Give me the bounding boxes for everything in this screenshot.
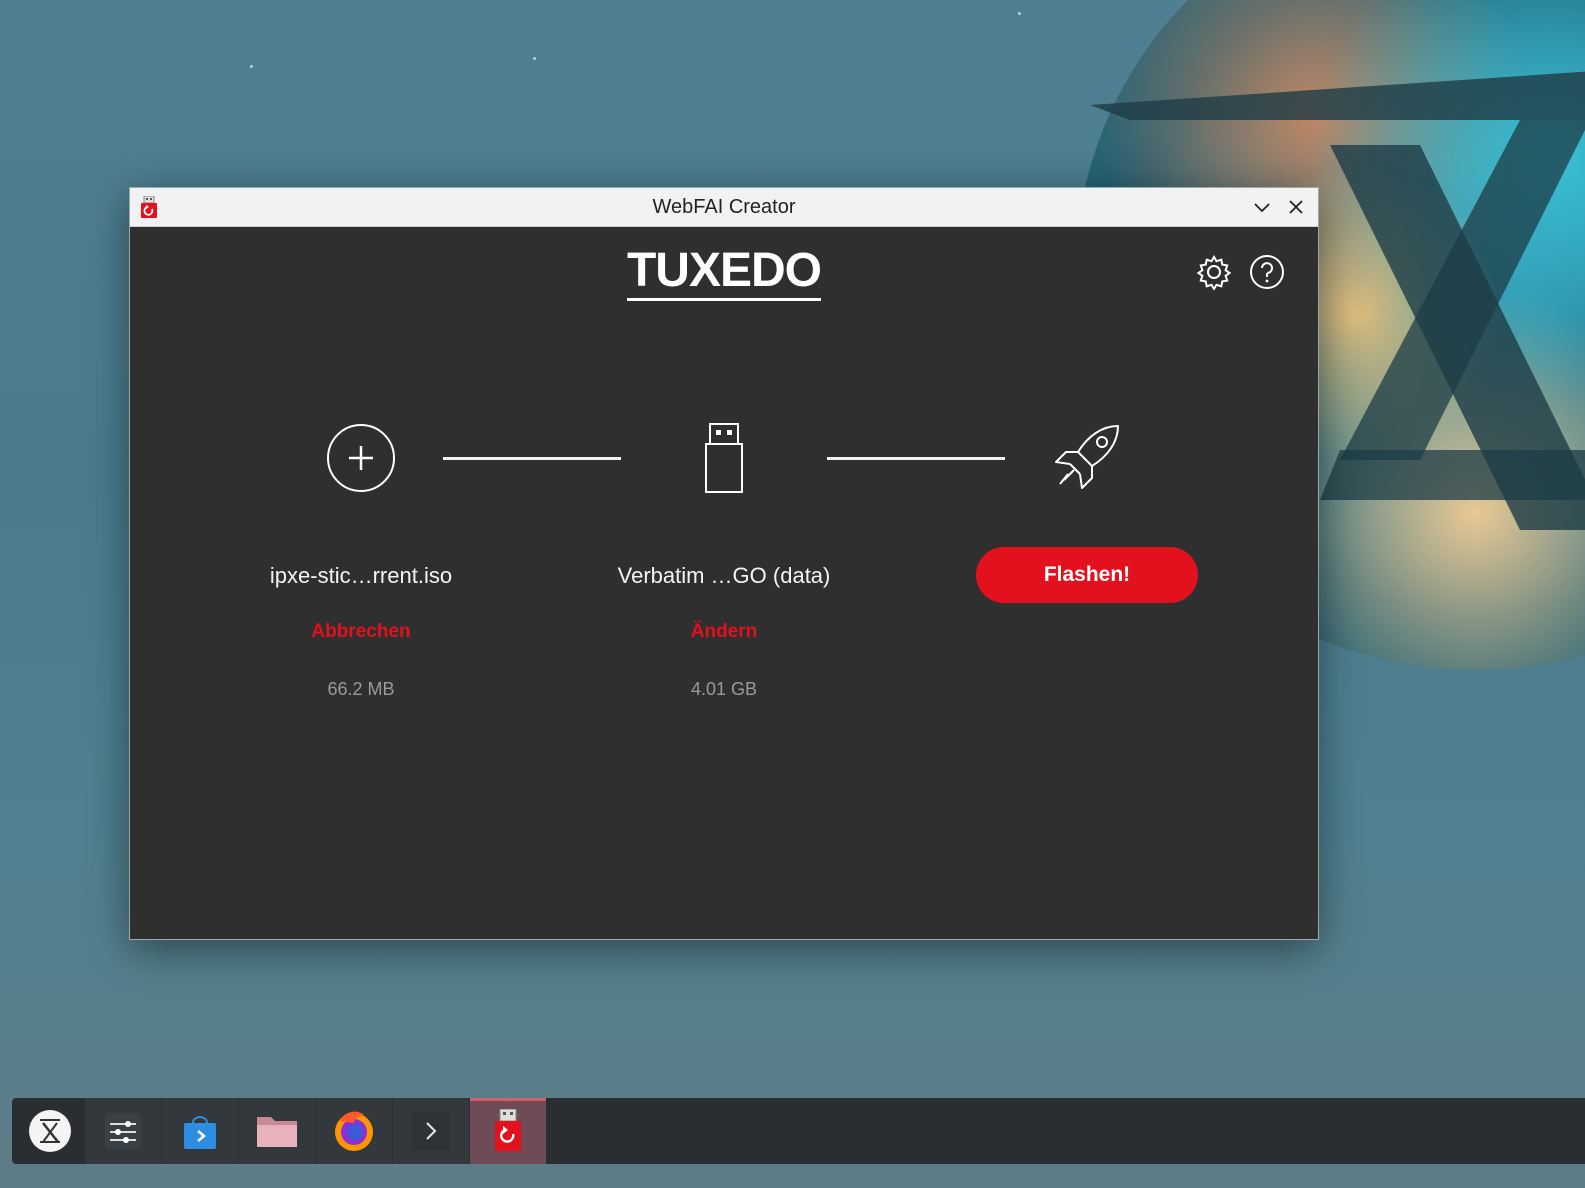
minimize-chevron-icon[interactable] xyxy=(1252,197,1272,217)
add-circle-icon[interactable] xyxy=(325,422,397,494)
help-icon[interactable] xyxy=(1249,254,1285,290)
app-window: WebFAI Creator TUXEDO ipxe-stic…rrent.is… xyxy=(129,187,1319,940)
webfai-creator-icon xyxy=(495,1109,521,1151)
star xyxy=(533,57,536,60)
store-bag-icon xyxy=(184,1116,216,1149)
taskbar-item-webfai-creator[interactable] xyxy=(470,1098,546,1164)
taskbar-item-tuxedo-os[interactable] xyxy=(12,1098,88,1164)
cancel-image-link[interactable]: Abbrechen xyxy=(211,621,511,643)
terminal-icon xyxy=(412,1112,450,1150)
gear-icon[interactable] xyxy=(1196,254,1232,290)
window-title: WebFAI Creator xyxy=(652,196,796,218)
rocket-icon xyxy=(1055,425,1119,489)
selected-drive-name: Verbatim …GO (data) xyxy=(617,563,831,588)
image-size: 66.2 MB xyxy=(327,679,395,699)
folder-icon xyxy=(257,1117,297,1147)
step-connector xyxy=(443,457,621,460)
taskbar xyxy=(12,1098,1585,1164)
star xyxy=(250,65,253,68)
taskbar-item-files[interactable] xyxy=(239,1098,315,1164)
settings-sliders-icon xyxy=(105,1113,141,1149)
star xyxy=(1018,12,1021,15)
flash-button[interactable]: Flashen! xyxy=(976,547,1198,603)
app-content: TUXEDO ipxe-stic…rrent.iso Abbrechen 66.… xyxy=(130,227,1318,939)
taskbar-item-firefox[interactable] xyxy=(316,1098,392,1164)
tuxedo-logo: TUXEDO xyxy=(130,243,1318,301)
selected-image-name: ipxe-stic…rrent.iso xyxy=(269,563,453,588)
window-titlebar[interactable]: WebFAI Creator xyxy=(130,188,1318,227)
usb-drive-icon xyxy=(705,423,743,493)
close-icon[interactable] xyxy=(1286,197,1306,217)
step-connector xyxy=(827,457,1005,460)
firefox-icon xyxy=(335,1111,373,1151)
taskbar-item-terminal[interactable] xyxy=(393,1098,469,1164)
change-drive-link[interactable]: Ändern xyxy=(574,621,874,643)
drive-size: 4.01 GB xyxy=(690,679,758,699)
taskbar-item-software-store[interactable] xyxy=(162,1098,238,1164)
taskbar-item-control-center[interactable] xyxy=(85,1098,161,1164)
tuxedo-os-icon xyxy=(29,1110,71,1152)
